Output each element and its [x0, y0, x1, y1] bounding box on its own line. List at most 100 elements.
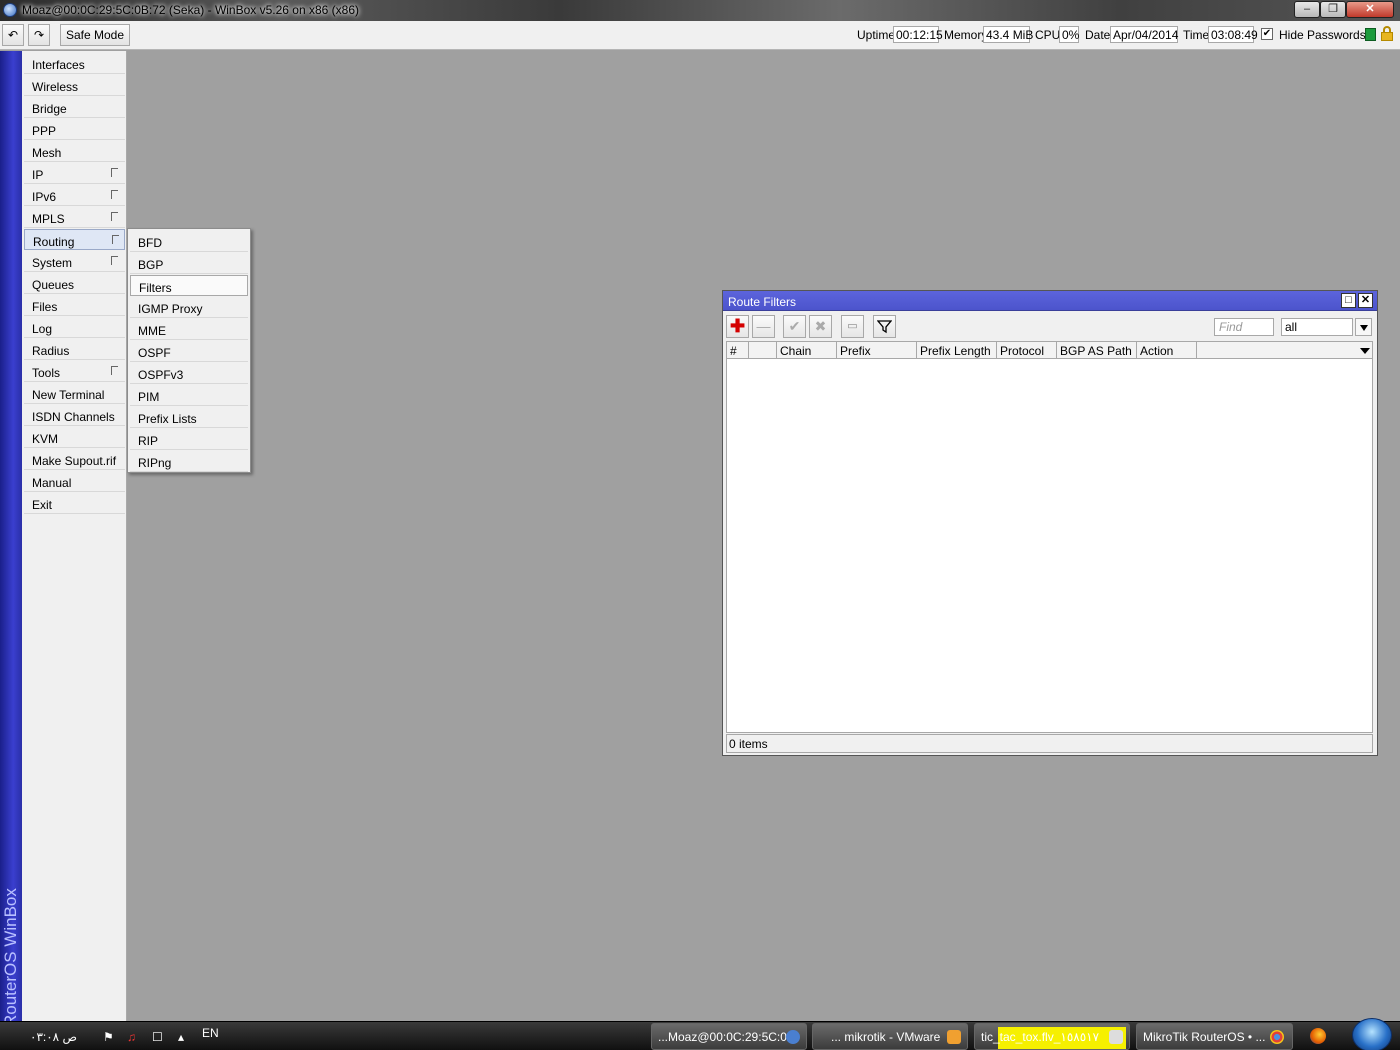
column-header[interactable]: Protocol [997, 342, 1057, 359]
sidebar-item-label: Files [32, 300, 58, 314]
submenu-item-ripng[interactable]: RIPng [130, 451, 248, 472]
submenu-item-pim[interactable]: PIM [130, 385, 248, 406]
sidebar-item-system[interactable]: System [24, 251, 125, 272]
submenu-item-mme[interactable]: MME [130, 319, 248, 340]
sidebar-item-radius[interactable]: Radius [24, 339, 125, 360]
sidebar-item-label: IP [32, 168, 44, 182]
cpu-value: 0% [1059, 26, 1079, 43]
sidebar-item-ppp[interactable]: PPP [24, 119, 125, 140]
safe-mode-button[interactable]: Safe Mode [60, 24, 130, 46]
submenu-item-igmp-proxy[interactable]: IGMP Proxy [130, 297, 248, 318]
submenu-item-label: RIP [138, 434, 159, 448]
window-titlebar: Moaz@00:0C:29:5C:0B:72 (Seka) - WinBox v… [0, 0, 1400, 21]
submenu-item-label: OSPF [138, 346, 171, 360]
hide-passwords-label[interactable]: Hide Passwords [1279, 28, 1366, 42]
sidebar-item-label: KVM [32, 432, 59, 446]
submenu-item-ospfv3[interactable]: OSPFv3 [130, 363, 248, 384]
sidebar-item-manual[interactable]: Manual [24, 471, 125, 492]
submenu-item-bgp[interactable]: BGP [130, 253, 248, 274]
tray-clock[interactable]: ۰۳:۰۸ ص [30, 1030, 77, 1044]
filter-icon[interactable] [873, 315, 896, 338]
route-filters-titlebar[interactable]: Route Filters □ ✕ [723, 291, 1377, 311]
add-icon[interactable]: ✚ [726, 315, 749, 338]
language-indicator[interactable]: EN [202, 1026, 219, 1040]
volume-icon[interactable]: ♫ [127, 1030, 136, 1044]
table-header: # Chain Prefix Prefix Length Protocol BGP AS … [727, 342, 1372, 359]
route-filters-window: Route Filters □ ✕ ✚ — ✔ ✖ ▭ Find all # Ch… [722, 290, 1378, 756]
lock-icon [1381, 26, 1393, 41]
submenu-item-label: IGMP Proxy [138, 302, 203, 316]
routing-submenu: BFD BGP Filters IGMP Proxy MME OSPF OSPFv3 PIM P… [127, 228, 251, 473]
sidebar-item-label: MPLS [32, 212, 65, 226]
route-filters-maximize-button[interactable]: □ [1341, 293, 1356, 308]
winbox-app-icon [3, 3, 17, 17]
network-icon[interactable]: ☐ [152, 1030, 163, 1044]
sidebar-item-ipv6[interactable]: IPv6 [24, 185, 125, 206]
task-label: tic_tac_tox.flv_١٥٨٥١٧ [981, 1030, 1100, 1044]
sidebar-item-label: Exit [32, 498, 53, 512]
sidebar-item-log[interactable]: Log [24, 317, 125, 338]
sidebar-item-make-supout-rif[interactable]: Make Supout.rif [24, 449, 125, 470]
start-button[interactable] [1352, 1018, 1392, 1050]
redo-button[interactable]: ↷ [28, 24, 50, 46]
enable-icon[interactable]: ✔ [783, 315, 806, 338]
firefox-icon[interactable] [1310, 1028, 1326, 1044]
chevron-down-icon[interactable] [1355, 318, 1372, 336]
remove-icon[interactable]: — [752, 315, 775, 338]
brand-text: RouterOS WinBox [1, 888, 20, 1027]
sidebar-item-mpls[interactable]: MPLS [24, 207, 125, 228]
hide-passwords-checkbox[interactable]: ✔ [1261, 28, 1273, 40]
sidebar-item-interfaces[interactable]: Interfaces [24, 53, 125, 74]
submenu-item-label: PIM [138, 390, 160, 404]
task-label: MikroTik RouterOS • ... [1143, 1030, 1266, 1044]
maximize-button[interactable]: ❐ [1320, 1, 1346, 18]
sidebar-item-label: Tools [32, 366, 61, 380]
undo-button[interactable]: ↶ [2, 24, 24, 46]
taskbar-item-video[interactable]: tic_tac_tox.flv_١٥٨٥١٧ [974, 1023, 1130, 1050]
submenu-item-label: MME [138, 324, 166, 338]
sidebar-item-wireless[interactable]: Wireless [24, 75, 125, 96]
column-header[interactable]: Chain [777, 342, 837, 359]
filter-select[interactable]: all [1281, 318, 1353, 336]
sidebar-item-label: IPv6 [32, 190, 57, 204]
column-header[interactable]: # [727, 342, 749, 359]
sidebar-item-label: Make Supout.rif [32, 454, 117, 468]
taskbar-item-vmware[interactable]: ... mikrotik - VMware [812, 1023, 968, 1050]
sidebar-item-files[interactable]: Files [24, 295, 125, 316]
submenu-item-rip[interactable]: RIP [130, 429, 248, 450]
show-hidden-icons-arrow-icon[interactable]: ▴ [178, 1030, 184, 1044]
sidebar-item-tools[interactable]: Tools [24, 361, 125, 382]
sidebar-item-queues[interactable]: Queues [24, 273, 125, 294]
submenu-item-ospf[interactable]: OSPF [130, 341, 248, 362]
column-header[interactable]: Action [1137, 342, 1197, 359]
sidebar-item-mesh[interactable]: Mesh [24, 141, 125, 162]
column-header[interactable]: Prefix [837, 342, 917, 359]
sidebar-item-exit[interactable]: Exit [24, 493, 125, 514]
sidebar-item-isdn-channels[interactable]: ISDN Channels [24, 405, 125, 426]
find-input[interactable]: Find [1214, 318, 1274, 336]
sidebar-item-kvm[interactable]: KVM [24, 427, 125, 448]
column-header[interactable]: BGP AS Path [1057, 342, 1137, 359]
submenu-item-bfd[interactable]: BFD [130, 231, 248, 252]
submenu-arrow-icon [111, 190, 118, 199]
flag-icon[interactable]: ⚑ [103, 1030, 114, 1044]
column-header[interactable]: Prefix Length [917, 342, 997, 359]
sidebar-item-label: New Terminal [32, 388, 105, 402]
sidebar-item-bridge[interactable]: Bridge [24, 97, 125, 118]
comment-icon[interactable]: ▭ [841, 315, 864, 338]
close-button[interactable]: ✕ [1346, 1, 1394, 18]
sidebar-item-label: Mesh [32, 146, 62, 160]
submenu-item-prefix-lists[interactable]: Prefix Lists [130, 407, 248, 428]
sidebar-item-new-terminal[interactable]: New Terminal [24, 383, 125, 404]
vmware-icon [947, 1030, 961, 1044]
submenu-item-filters[interactable]: Filters [130, 275, 248, 296]
minimize-button[interactable]: – [1294, 1, 1320, 18]
column-header[interactable] [749, 342, 777, 359]
column-menu-chevron-icon[interactable] [1358, 342, 1372, 359]
sidebar-item-ip[interactable]: IP [24, 163, 125, 184]
taskbar-item-winbox[interactable]: ...Moaz@00:0C:29:5C:0 [651, 1023, 807, 1050]
sidebar-item-routing[interactable]: Routing [24, 229, 125, 250]
disable-icon[interactable]: ✖ [809, 315, 832, 338]
taskbar-item-browser[interactable]: MikroTik RouterOS • ... [1136, 1023, 1293, 1050]
route-filters-close-button[interactable]: ✕ [1358, 293, 1373, 308]
